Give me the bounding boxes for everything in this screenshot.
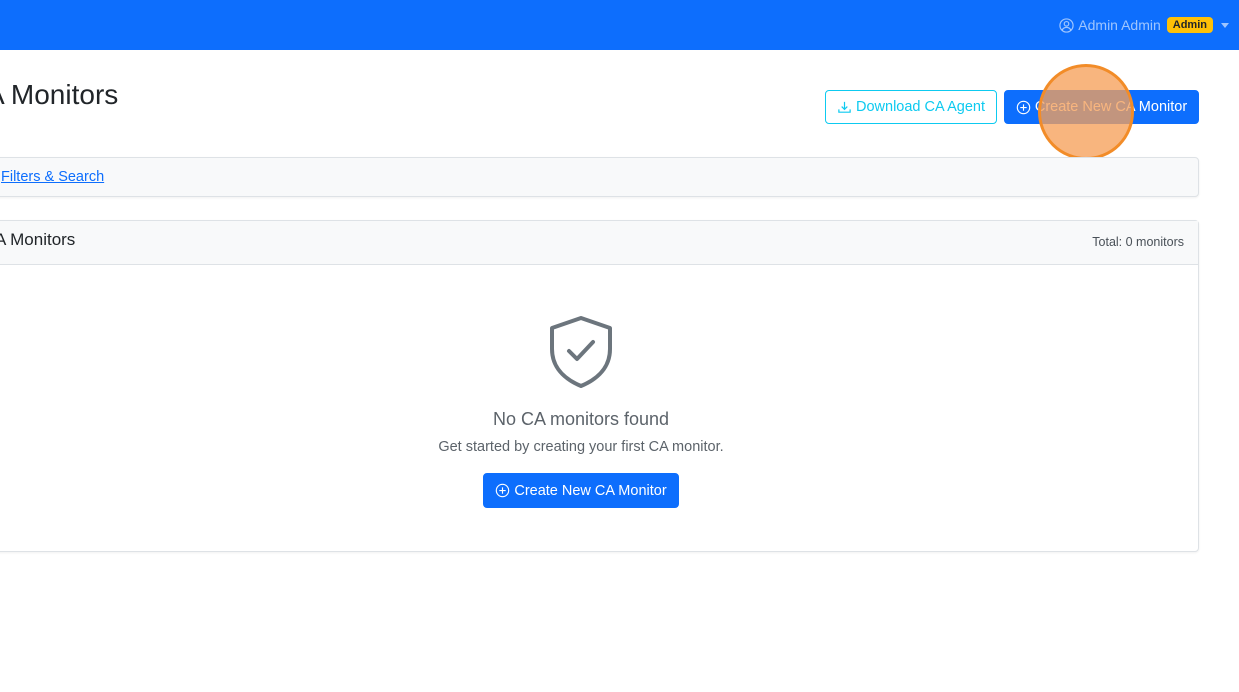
download-button-label: Download CA Agent: [856, 99, 985, 115]
filters-search-toggle[interactable]: Filters & Search: [1, 169, 104, 185]
total-count: Total: 0 monitors: [1092, 235, 1184, 249]
user-menu[interactable]: Admin Admin Admin: [1059, 0, 1229, 50]
download-ca-agent-button[interactable]: Download CA Agent: [825, 90, 997, 124]
plus-circle-icon: [1016, 100, 1031, 114]
empty-state-create-button[interactable]: Create New CA Monitor: [483, 473, 679, 508]
page-title: A Monitors: [0, 79, 119, 110]
top-navbar: Admin Admin Admin: [0, 0, 1239, 50]
card-header: A Monitors Total: 0 monitors: [0, 221, 1198, 265]
filters-card: Filters & Search: [0, 157, 1199, 197]
shield-check-icon: [550, 316, 612, 388]
role-badge: Admin: [1166, 17, 1213, 33]
empty-state-title: No CA monitors found: [492, 409, 670, 429]
card-title: A Monitors: [0, 230, 76, 249]
empty-state-create-label: Create New CA Monitor: [514, 482, 667, 499]
user-circle-icon: [1059, 17, 1074, 33]
empty-state-description: Get started by creating your first CA mo…: [438, 439, 724, 455]
create-ca-monitor-button[interactable]: Create New CA Monitor: [1004, 90, 1199, 124]
user-name: Admin Admin: [1078, 17, 1161, 33]
create-button-label: Create New CA Monitor: [1034, 99, 1188, 115]
download-icon: [838, 101, 851, 113]
caret-down-icon[interactable]: [1221, 22, 1229, 28]
plus-circle-icon: [496, 483, 510, 498]
